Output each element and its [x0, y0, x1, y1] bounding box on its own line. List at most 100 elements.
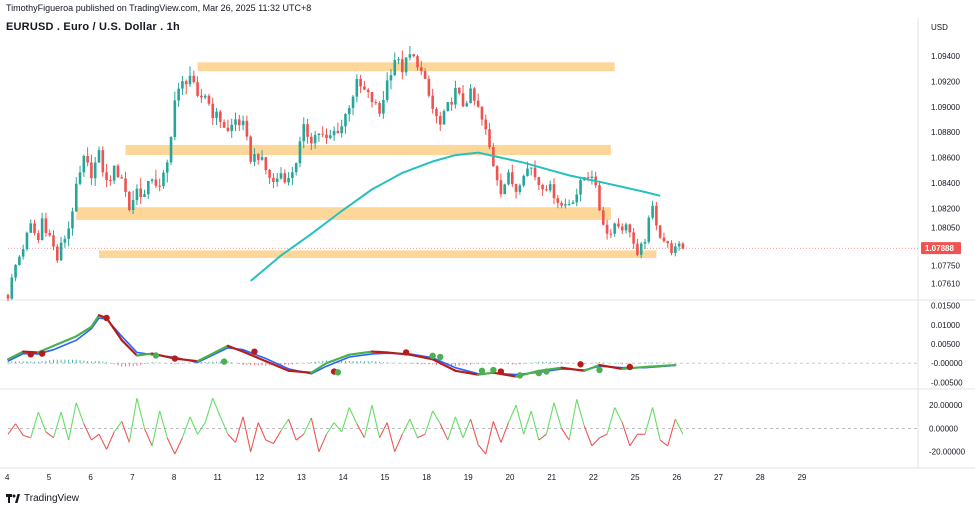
candle-body — [21, 249, 25, 257]
candle-body — [620, 226, 624, 231]
candle-body — [37, 233, 40, 240]
candle-body — [450, 102, 453, 105]
oscillator-line — [500, 422, 510, 443]
cross-marker — [429, 352, 436, 360]
oscillator-line — [492, 421, 502, 443]
time-tick-label: 22 — [589, 473, 598, 482]
time-tick-label: 28 — [756, 473, 765, 482]
candle-body — [355, 78, 359, 97]
oscillator-line — [288, 418, 297, 441]
cross-marker — [626, 363, 634, 371]
candle-body — [131, 200, 135, 210]
macd-line — [643, 363, 677, 369]
candle-body — [328, 135, 332, 139]
candle-body — [385, 80, 389, 100]
oscillator-line — [432, 410, 441, 425]
candle-body — [366, 89, 370, 93]
candle-body — [423, 71, 427, 79]
candle-body — [457, 87, 461, 94]
cross-marker — [220, 358, 228, 365]
oscillator-line — [356, 423, 365, 438]
cross-marker — [334, 369, 342, 376]
oscillator-line — [652, 407, 661, 441]
candle-body — [347, 107, 351, 115]
oscillator-line — [45, 431, 54, 439]
oscillator-line — [303, 417, 312, 435]
oscillator-line — [30, 411, 39, 438]
time-tick-label: 26 — [672, 473, 681, 482]
candle-body — [59, 242, 63, 261]
candle-body — [78, 172, 82, 184]
candle-body — [241, 120, 245, 126]
candle-body — [495, 166, 499, 181]
candle-body — [469, 88, 472, 104]
candle-body — [351, 96, 355, 108]
macd-line — [370, 350, 389, 354]
candle-body — [207, 95, 211, 104]
candle-body — [567, 203, 571, 205]
price-tick-label: 1.07610 — [931, 279, 960, 288]
time-tick-label: 5 — [47, 473, 52, 482]
tradingview-logo[interactable]: TradingView — [6, 493, 79, 504]
tradingview-icon — [6, 494, 20, 503]
price-tick-label: 1.08600 — [931, 154, 960, 163]
time-tick-label: 18 — [422, 473, 431, 482]
candle-body — [260, 157, 264, 160]
candle-body — [545, 189, 548, 191]
candle-body — [33, 223, 36, 234]
candle-body — [476, 100, 480, 107]
candle-body — [283, 173, 287, 183]
cross-marker — [27, 351, 34, 358]
candle-body — [230, 124, 234, 131]
time-tick-label: 29 — [797, 473, 806, 482]
candle-body — [124, 178, 127, 192]
macd-tick-label: -0.00000 — [931, 359, 963, 368]
chart-svg[interactable]: 1.09400 1.09200 1.09000 1.08800 1.08600 1.084… — [0, 0, 975, 509]
time-tick-label: 20 — [506, 473, 515, 482]
candle-body — [325, 134, 328, 139]
oscillator-line — [280, 418, 290, 432]
candle-body — [48, 233, 52, 236]
candle-body — [112, 165, 116, 181]
oscillator-line — [363, 405, 373, 438]
oscillator-line — [583, 425, 593, 447]
oscillator-line — [189, 416, 199, 435]
candle-body — [101, 150, 105, 173]
oscillator-line — [318, 434, 328, 452]
oscillator-line — [250, 422, 259, 452]
candle-body — [291, 172, 294, 178]
macd-line — [537, 366, 563, 372]
macd-line — [135, 352, 154, 357]
candle-body — [158, 185, 161, 187]
oscillator-line — [371, 405, 381, 438]
oscillator-line — [181, 416, 191, 438]
cross-marker — [38, 350, 46, 357]
candle-body — [120, 177, 124, 179]
oscillator-line — [159, 410, 168, 438]
candle-body — [10, 277, 14, 299]
time-tick-label: 12 — [255, 473, 264, 482]
oscillator-line — [417, 433, 426, 439]
time-tick-label: 27 — [714, 473, 723, 482]
candle-body — [658, 225, 662, 238]
time-tick-label: 8 — [172, 473, 177, 482]
candle-body — [162, 172, 165, 187]
support-resistance-zone — [125, 144, 611, 156]
candle-body — [598, 185, 601, 211]
candle-body — [484, 119, 488, 130]
cross-marker — [516, 372, 524, 379]
candle-body — [605, 224, 609, 234]
macd-line — [287, 369, 313, 374]
macd-line — [173, 357, 199, 363]
candle-body — [408, 54, 412, 58]
candle-body — [446, 102, 450, 112]
cross-marker — [596, 366, 603, 374]
candle-body — [306, 124, 309, 137]
signal-line — [7, 317, 676, 376]
price-tick-label: 1.09000 — [931, 103, 960, 112]
oscillator-line — [599, 433, 608, 439]
candle-body — [503, 184, 507, 195]
candle-body — [609, 233, 613, 235]
candle-body — [211, 103, 215, 119]
oscillator-line — [629, 433, 638, 447]
